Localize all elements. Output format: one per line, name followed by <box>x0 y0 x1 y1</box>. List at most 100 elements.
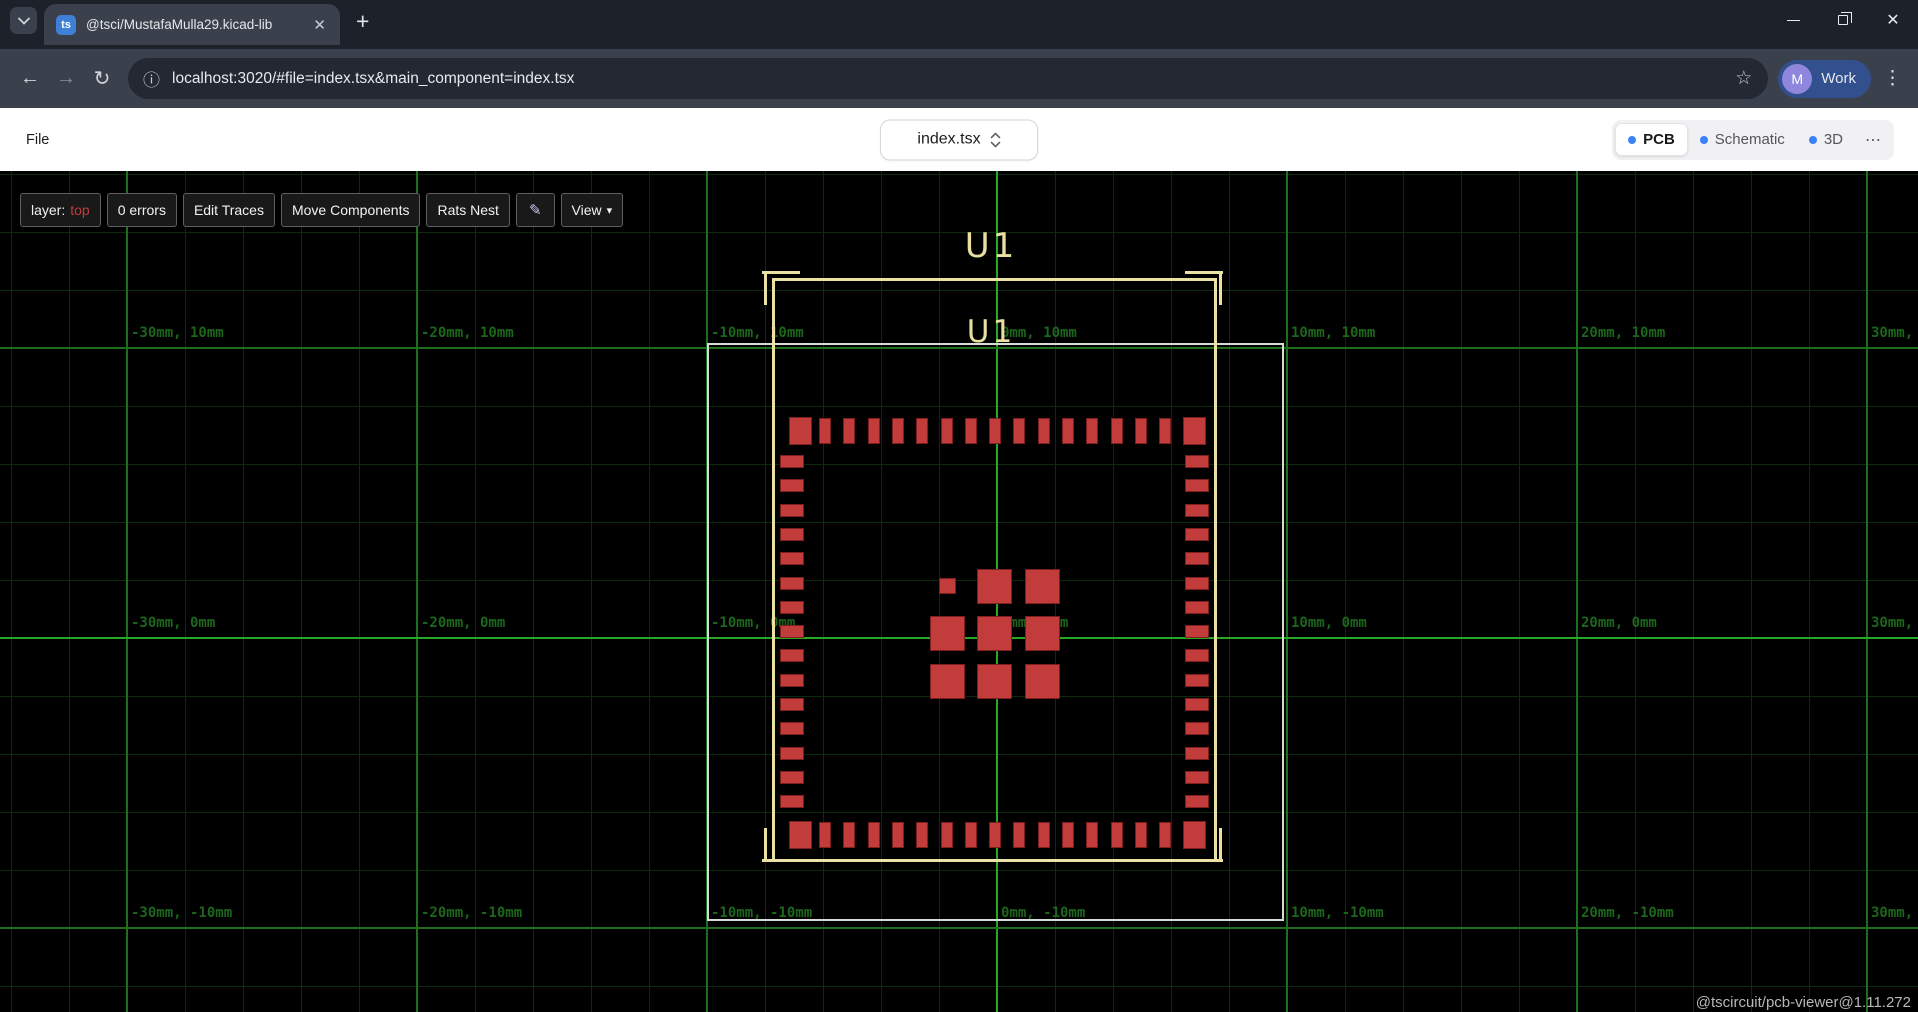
pcb-pad[interactable] <box>1086 822 1098 848</box>
browser-menu-icon[interactable]: ⋮ <box>1883 67 1902 90</box>
pcb-pad[interactable] <box>789 417 812 445</box>
pcb-pad[interactable] <box>977 664 1012 699</box>
pcb-pad[interactable] <box>892 822 904 848</box>
pcb-pad[interactable] <box>780 479 804 492</box>
forward-button[interactable]: → <box>48 61 84 97</box>
pcb-pad[interactable] <box>1025 664 1060 699</box>
window-close-button[interactable]: ✕ <box>1868 0 1918 40</box>
pcb-pad[interactable] <box>1185 528 1209 541</box>
pcb-pad[interactable] <box>843 418 855 444</box>
pcb-pad[interactable] <box>1038 822 1050 848</box>
view-more-icon[interactable]: ⋯ <box>1855 130 1891 150</box>
pcb-pad[interactable] <box>1185 504 1209 517</box>
pcb-pad[interactable] <box>1159 822 1171 848</box>
pcb-pad[interactable] <box>780 625 804 638</box>
pcb-pad[interactable] <box>819 822 831 848</box>
pcb-pad[interactable] <box>1038 418 1050 444</box>
view-menu-button[interactable]: View ▾ <box>561 193 624 227</box>
pcb-pad[interactable] <box>780 577 804 590</box>
pcb-pad[interactable] <box>977 616 1012 651</box>
view-tab-schematic[interactable]: Schematic <box>1688 123 1797 156</box>
pcb-pad[interactable] <box>1185 479 1209 492</box>
pcb-pad[interactable] <box>1185 795 1209 808</box>
pcb-pad[interactable] <box>780 698 804 711</box>
pcb-pad[interactable] <box>780 504 804 517</box>
pcb-pad[interactable] <box>989 418 1001 444</box>
errors-button[interactable]: 0 errors <box>107 193 177 227</box>
layer-button[interactable]: layer: top <box>20 193 101 227</box>
pcb-pad[interactable] <box>780 528 804 541</box>
pcb-pad[interactable] <box>1135 822 1147 848</box>
tab-close-icon[interactable]: ✕ <box>309 14 330 36</box>
pcb-pad[interactable] <box>1185 625 1209 638</box>
pcb-pad[interactable] <box>1086 418 1098 444</box>
pcb-pad[interactable] <box>1185 747 1209 760</box>
pcb-pad[interactable] <box>1013 822 1025 848</box>
new-tab-button[interactable]: + <box>356 8 369 35</box>
pcb-pad[interactable] <box>1111 418 1123 444</box>
pcb-pad[interactable] <box>1185 771 1209 784</box>
bookmark-star-icon[interactable]: ☆ <box>1735 67 1752 90</box>
edit-traces-button[interactable]: Edit Traces <box>183 193 275 227</box>
pcb-pad[interactable] <box>1185 674 1209 687</box>
component-file-selector[interactable]: index.tsx <box>880 119 1038 160</box>
pcb-pad[interactable] <box>1185 455 1209 468</box>
pcb-pad[interactable] <box>1025 616 1060 651</box>
url-text[interactable]: localhost:3020/#file=index.tsx&main_comp… <box>172 70 574 88</box>
pcb-pad[interactable] <box>977 569 1012 604</box>
tab-search-button[interactable] <box>10 7 37 34</box>
pcb-pad[interactable] <box>965 822 977 848</box>
pcb-pad[interactable] <box>965 418 977 444</box>
view-tab-pcb[interactable]: PCB <box>1615 123 1688 156</box>
pcb-pad[interactable] <box>819 418 831 444</box>
rats-nest-button[interactable]: Rats Nest <box>426 193 509 227</box>
pcb-canvas[interactable]: layer: top 0 errors Edit Traces Move Com… <box>0 171 1918 1012</box>
pcb-pad[interactable] <box>780 795 804 808</box>
pcb-pad[interactable] <box>930 616 965 651</box>
pcb-pad[interactable] <box>1159 418 1171 444</box>
pcb-pad[interactable] <box>1185 577 1209 590</box>
pcb-pad[interactable] <box>1183 417 1206 445</box>
pcb-pad[interactable] <box>1185 698 1209 711</box>
browser-tab[interactable]: ts @tsci/MustafaMulla29.kicad-lib ✕ <box>44 4 340 45</box>
pcb-pad[interactable] <box>780 552 804 565</box>
window-minimize-button[interactable] <box>1768 0 1818 40</box>
pcb-pad[interactable] <box>780 747 804 760</box>
pcb-pad[interactable] <box>780 455 804 468</box>
pcb-pad[interactable] <box>1185 601 1209 614</box>
edit-pencil-button[interactable]: ✎ <box>516 193 555 227</box>
site-info-icon[interactable]: ⓘ <box>143 66 160 91</box>
window-restore-button[interactable] <box>1818 0 1868 40</box>
pcb-pad[interactable] <box>1025 569 1060 604</box>
pcb-pad[interactable] <box>1185 649 1209 662</box>
pcb-pad[interactable] <box>780 601 804 614</box>
pcb-pad[interactable] <box>1135 418 1147 444</box>
move-components-button[interactable]: Move Components <box>281 193 421 227</box>
reload-button[interactable]: ↻ <box>84 61 120 97</box>
pcb-pad[interactable] <box>780 674 804 687</box>
back-button[interactable]: ← <box>12 61 48 97</box>
pcb-pad[interactable] <box>1183 821 1206 849</box>
pcb-pad[interactable] <box>1062 418 1074 444</box>
browser-profile[interactable]: M Work <box>1778 60 1871 98</box>
pcb-pad[interactable] <box>780 771 804 784</box>
view-tab-3d[interactable]: 3D <box>1797 123 1855 156</box>
pcb-pad[interactable] <box>941 418 953 444</box>
pcb-pad[interactable] <box>1111 822 1123 848</box>
pcb-pad[interactable] <box>780 722 804 735</box>
pcb-pad[interactable] <box>789 821 812 849</box>
pcb-pad[interactable] <box>930 664 965 699</box>
file-menu[interactable]: File <box>26 132 49 148</box>
pcb-pad[interactable] <box>868 822 880 848</box>
pcb-pad[interactable] <box>916 418 928 444</box>
pcb-pad[interactable] <box>780 649 804 662</box>
pcb-pad[interactable] <box>868 418 880 444</box>
pcb-pad[interactable] <box>1185 552 1209 565</box>
pcb-pad[interactable] <box>939 578 956 594</box>
pcb-pad[interactable] <box>989 822 1001 848</box>
pcb-pad[interactable] <box>1013 418 1025 444</box>
url-omnibox[interactable]: ⓘ localhost:3020/#file=index.tsx&main_co… <box>128 58 1768 99</box>
pcb-pad[interactable] <box>843 822 855 848</box>
pcb-pad[interactable] <box>916 822 928 848</box>
pcb-pad[interactable] <box>1185 722 1209 735</box>
